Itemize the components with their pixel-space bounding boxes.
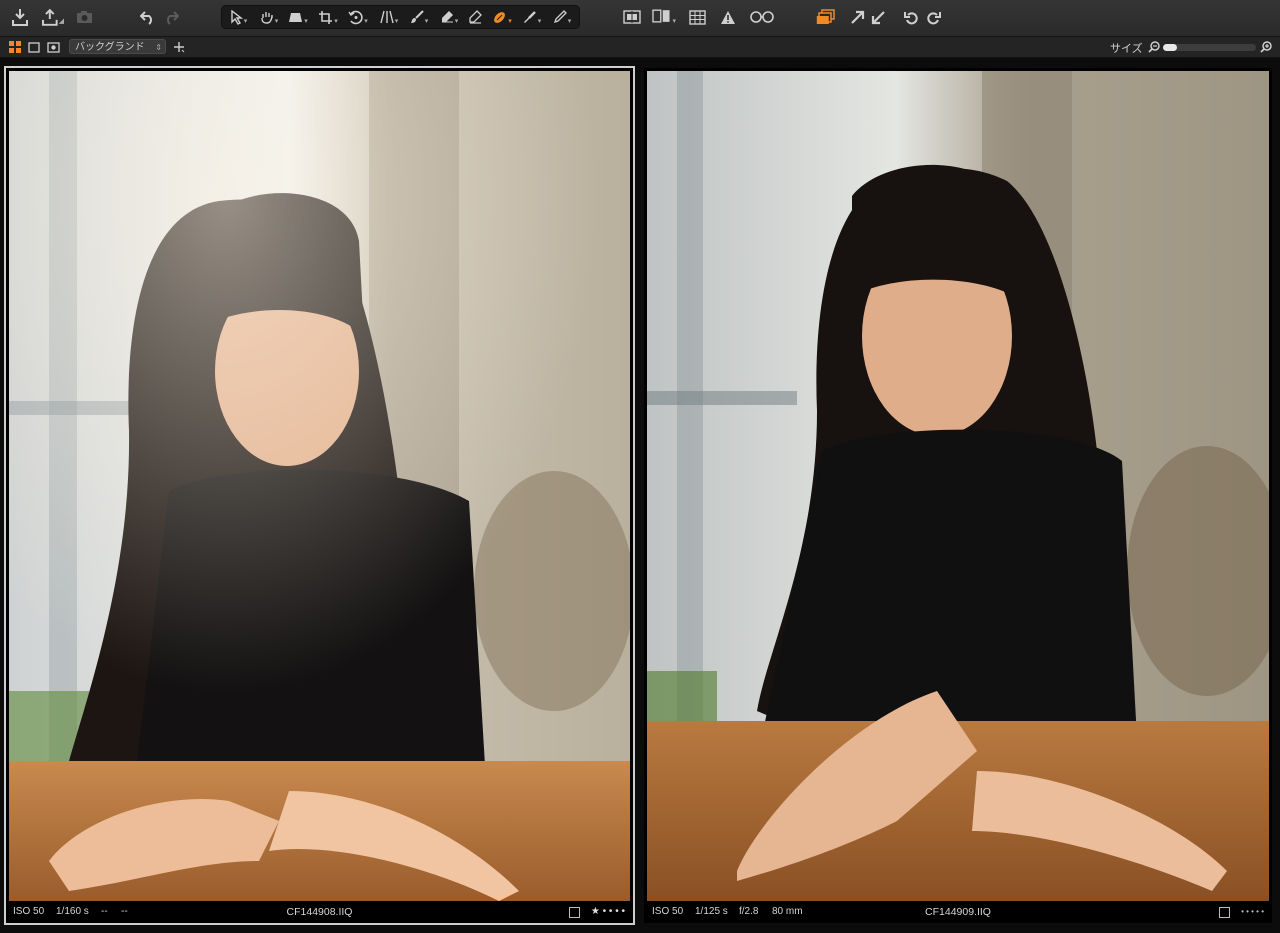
- viewer-pane-2[interactable]: ISO 50 1/125 s f/2.8 80 mm CF144909.IIQ …: [644, 68, 1272, 923]
- import-icon[interactable]: [10, 6, 30, 28]
- exposure-warning-icon[interactable]: [719, 6, 737, 28]
- keystone-tool-icon[interactable]: ▾: [378, 6, 400, 28]
- zoom-slider-fill: [1163, 44, 1177, 51]
- shutter-value: 1/160 s: [56, 906, 89, 917]
- annotate-tool-icon[interactable]: ▾: [551, 6, 573, 28]
- rating-control[interactable]: ★ • • • •: [568, 901, 625, 923]
- gradient-tool-icon[interactable]: [466, 6, 484, 28]
- compare-icon[interactable]: ▾: [652, 6, 676, 28]
- redo-icon[interactable]: [162, 6, 180, 28]
- aperture-value: f/2.8: [739, 906, 759, 917]
- portrait-photo-1: [9, 71, 630, 901]
- portrait-photo-2: [647, 71, 1269, 901]
- collapse-icon[interactable]: [869, 6, 887, 28]
- photo-preview-2[interactable]: [647, 71, 1269, 901]
- color-picker-icon[interactable]: ▾: [521, 6, 543, 28]
- multi-view-icon[interactable]: [814, 6, 836, 28]
- grid-icon[interactable]: [687, 6, 707, 28]
- single-view-icon[interactable]: [27, 40, 41, 54]
- select-stepper-icon: ⇕: [155, 43, 162, 52]
- zoom-out-icon[interactable]: [1147, 40, 1161, 54]
- photo-metadata-bar-2: ISO 50 1/125 s f/2.8 80 mm CF144909.IIQ …: [644, 901, 1272, 923]
- viewer-options-bar: バックグランド ⇕ サイズ: [0, 37, 1280, 58]
- background-select[interactable]: バックグランド ⇕: [69, 39, 166, 54]
- iso-value: ISO 50: [13, 906, 45, 917]
- rotate-left-icon[interactable]: [902, 6, 920, 28]
- rating-control[interactable]: • • • • •: [1219, 901, 1264, 923]
- pan-tool-icon[interactable]: ▾: [258, 6, 280, 28]
- shutter-value: 1/125 s: [695, 906, 728, 917]
- filename: CF144909.IIQ: [925, 906, 991, 918]
- iso-value: ISO 50: [652, 906, 684, 917]
- color-tag-checkbox[interactable]: [568, 906, 580, 918]
- photo-metadata-bar-1: ISO 50 1/160 s -- -- CF144908.IIQ ★ • • …: [6, 901, 633, 923]
- proof-glasses-icon[interactable]: [748, 6, 776, 28]
- camera-icon[interactable]: [74, 6, 94, 28]
- undo-icon[interactable]: [139, 6, 157, 28]
- star-rating[interactable]: ★ • • • •: [591, 901, 625, 923]
- focal-length-value: 80 mm: [772, 906, 803, 917]
- size-label: サイズ: [1110, 43, 1143, 55]
- brush-tool-icon[interactable]: ▾: [408, 6, 430, 28]
- overlay-icon[interactable]: [622, 6, 642, 28]
- main-toolbar: ◢ ▾ ▾ ▾ ▾ ▾ ▾ ▾ ▾ ▾ ▾ ▾ ▾: [0, 0, 1280, 37]
- straighten-tool-icon[interactable]: ▾: [287, 6, 309, 28]
- focal-length-value: --: [121, 906, 128, 917]
- healing-tool-icon[interactable]: ▾: [491, 6, 513, 28]
- crop-tool-icon[interactable]: ▾: [317, 6, 339, 28]
- grid-view-icon[interactable]: [8, 40, 22, 54]
- filename: CF144908.IIQ: [286, 906, 353, 918]
- eraser-tool-icon[interactable]: ▾: [438, 6, 460, 28]
- photo-preview-1[interactable]: [9, 71, 630, 901]
- add-icon[interactable]: [172, 40, 186, 54]
- expand-icon[interactable]: [848, 6, 866, 28]
- color-tag-checkbox[interactable]: [1219, 906, 1231, 918]
- background-select-value: バックグランド: [75, 42, 145, 53]
- export-icon[interactable]: ◢: [42, 6, 64, 28]
- zoom-in-icon[interactable]: [1259, 40, 1273, 54]
- rotate-tool-icon[interactable]: ▾: [347, 6, 369, 28]
- viewer-pane-1[interactable]: ISO 50 1/160 s -- -- CF144908.IIQ ★ • • …: [6, 68, 633, 923]
- aperture-value: --: [101, 906, 108, 917]
- rotate-right-icon[interactable]: [924, 6, 942, 28]
- viewer-mode-icon[interactable]: [46, 40, 60, 54]
- star-rating[interactable]: • • • • •: [1241, 901, 1264, 923]
- zoom-slider[interactable]: [1163, 44, 1256, 51]
- cursor-tool-icon[interactable]: ▾: [228, 6, 250, 28]
